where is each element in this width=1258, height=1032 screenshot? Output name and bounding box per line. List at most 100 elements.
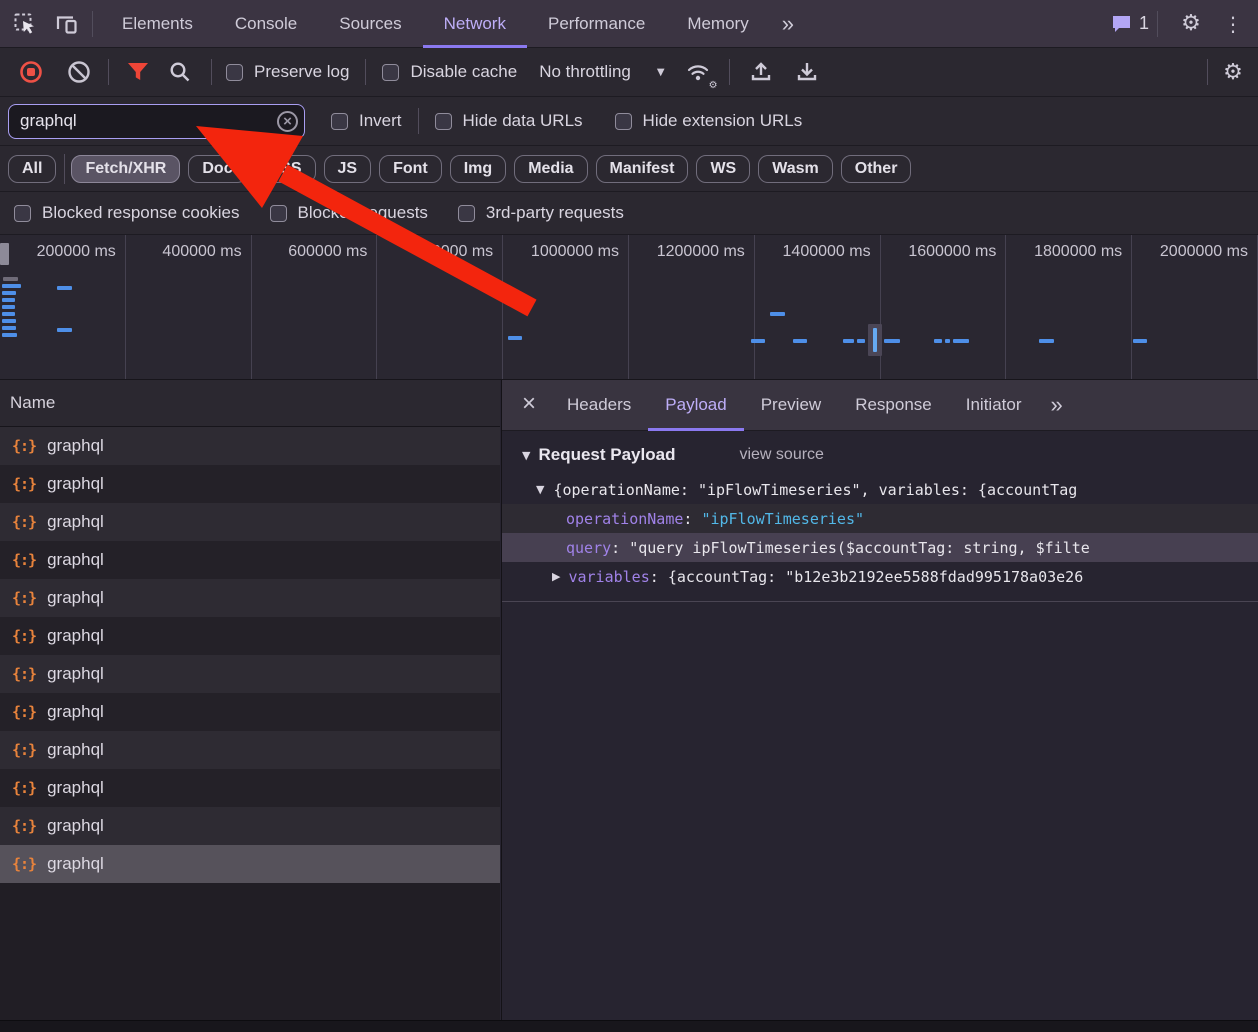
tab-preview[interactable]: Preview [744, 380, 838, 431]
checkbox[interactable] [458, 205, 475, 222]
request-row[interactable]: {:} graphql [0, 579, 500, 617]
collapse-triangle-icon[interactable]: ▼ [522, 449, 530, 462]
device-toolbar-icon[interactable] [50, 7, 84, 41]
record-network-log-icon[interactable] [14, 55, 48, 89]
preserve-log-checkbox[interactable]: Preserve log [226, 62, 349, 82]
disable-cache-checkbox[interactable]: Disable cache [382, 62, 517, 82]
network-toolbar: Preserve log Disable cache No throttling… [0, 48, 1258, 97]
request-row[interactable]: {:}graphql [0, 465, 500, 503]
divider [92, 11, 93, 37]
settings-gear-icon[interactable]: ⚙ [1174, 7, 1208, 41]
third-party-requests-checkbox[interactable]: 3rd-party requests [458, 203, 624, 223]
checkbox[interactable] [14, 205, 31, 222]
tab-elements[interactable]: Elements [101, 0, 214, 48]
waterfall-bar [945, 339, 950, 343]
clear-filter-icon[interactable]: × [277, 111, 298, 132]
payload-row-variables[interactable]: ▶ variables: {accountTag: "b12e3b2192ee5… [502, 562, 1258, 591]
checkbox[interactable] [435, 113, 452, 130]
checkbox[interactable] [331, 113, 348, 130]
request-row[interactable]: {:}graphql [0, 617, 500, 655]
name-column-header[interactable]: Name [0, 380, 500, 427]
clear-network-log-icon[interactable] [62, 55, 96, 89]
tab-performance[interactable]: Performance [527, 0, 666, 48]
chip-doc[interactable]: Doc [188, 155, 246, 183]
request-name: graphql [47, 702, 104, 722]
expand-triangle-icon[interactable]: ▶ [552, 570, 560, 583]
chip-manifest[interactable]: Manifest [596, 155, 689, 183]
inspect-element-icon[interactable] [8, 7, 42, 41]
chip-img[interactable]: Img [450, 155, 506, 183]
chip-ws[interactable]: WS [696, 155, 750, 183]
json-braces-icon: {:} [12, 817, 36, 835]
blocked-filters-row: Blocked response cookies Blocked request… [0, 192, 1258, 235]
hide-extension-urls-checkbox[interactable]: Hide extension URLs [615, 111, 803, 131]
throttling-dropdown[interactable]: No throttling ▼ [539, 62, 664, 82]
checkbox[interactable] [615, 113, 632, 130]
request-name: graphql [47, 588, 104, 608]
more-tabs-icon[interactable]: » [770, 11, 806, 37]
request-payload-title: Request Payload [538, 445, 675, 465]
request-row[interactable]: {:}graphql [0, 655, 500, 693]
request-row[interactable]: {:}graphql [0, 693, 500, 731]
divider [211, 59, 212, 85]
payload-summary-row[interactable]: ▼ {operationName: "ipFlowTimeseries", va… [502, 475, 1258, 504]
view-source-link[interactable]: view source [739, 446, 823, 464]
hide-data-urls-checkbox[interactable]: Hide data URLs [435, 111, 583, 131]
blocked-requests-checkbox[interactable]: Blocked requests [270, 203, 428, 223]
checkbox[interactable] [226, 64, 243, 81]
waterfall-bar [934, 339, 942, 343]
tab-console[interactable]: Console [214, 0, 318, 48]
payload-row-operation-name[interactable]: operationName: "ipFlowTimeseries" [502, 504, 1258, 533]
detail-tab-bar: × Headers Payload Preview Response Initi… [502, 380, 1258, 431]
network-settings-gear-icon[interactable]: ⚙ [1216, 55, 1250, 89]
menu-dots-icon[interactable]: ⋮ [1216, 7, 1250, 41]
blocked-requests-label: Blocked requests [298, 203, 428, 223]
request-row[interactable]: {:}graphql [0, 541, 500, 579]
network-conditions-icon[interactable]: ⚙ [681, 55, 715, 89]
request-row[interactable]: {:}graphql [0, 503, 500, 541]
request-row[interactable]: {:}graphql [0, 427, 500, 465]
chip-font[interactable]: Font [379, 155, 442, 183]
import-har-icon[interactable] [744, 55, 778, 89]
export-har-icon[interactable] [790, 55, 824, 89]
chip-wasm[interactable]: Wasm [758, 155, 833, 183]
tab-payload[interactable]: Payload [648, 380, 743, 431]
chip-js[interactable]: JS [324, 155, 372, 183]
blocked-response-cookies-checkbox[interactable]: Blocked response cookies [14, 203, 240, 223]
filter-input[interactable] [8, 104, 305, 139]
payload-row-query[interactable]: query: "query ipFlowTimeseries($accountT… [502, 533, 1258, 562]
waterfall-bar [0, 243, 9, 265]
request-row-selected[interactable]: {:}graphql [0, 845, 500, 883]
request-row[interactable]: {:}graphql [0, 769, 500, 807]
waterfall-bar [793, 339, 807, 343]
request-row[interactable]: {:}graphql [0, 731, 500, 769]
payload-value: {accountTag: "b12e3b2192ee5588fdad995178… [668, 568, 1083, 586]
requests-panel: Name {:}graphql {:}graphql {:}graphql {:… [0, 380, 500, 1020]
close-detail-icon[interactable]: × [502, 390, 550, 420]
tab-memory[interactable]: Memory [666, 0, 769, 48]
chip-media[interactable]: Media [514, 155, 587, 183]
json-braces-icon: {:} [12, 589, 36, 607]
issues-counter[interactable]: 1 [1111, 13, 1149, 34]
chip-fetch-xhr[interactable]: Fetch/XHR [71, 155, 180, 183]
tab-network[interactable]: Network [423, 0, 527, 48]
tab-sources[interactable]: Sources [318, 0, 422, 48]
request-row[interactable]: {:}graphql [0, 807, 500, 845]
waterfall-bar [2, 305, 15, 309]
expand-triangle-icon[interactable]: ▼ [536, 483, 544, 496]
filter-funnel-icon[interactable] [121, 55, 155, 89]
waterfall-bar [884, 339, 900, 343]
tab-response[interactable]: Response [838, 380, 949, 431]
invert-checkbox[interactable]: Invert [331, 111, 402, 131]
json-braces-icon: {:} [12, 627, 36, 645]
tab-initiator[interactable]: Initiator [949, 380, 1039, 431]
network-overview-timeline[interactable]: 200000 ms 400000 ms 600000 ms 800000 ms … [0, 235, 1258, 380]
search-icon[interactable] [163, 55, 197, 89]
tab-headers[interactable]: Headers [550, 380, 648, 431]
more-detail-tabs-icon[interactable]: » [1039, 392, 1075, 418]
chip-all[interactable]: All [8, 155, 56, 183]
chip-other[interactable]: Other [841, 155, 912, 183]
checkbox[interactable] [270, 205, 287, 222]
checkbox[interactable] [382, 64, 399, 81]
chip-css[interactable]: CSS [255, 155, 316, 183]
